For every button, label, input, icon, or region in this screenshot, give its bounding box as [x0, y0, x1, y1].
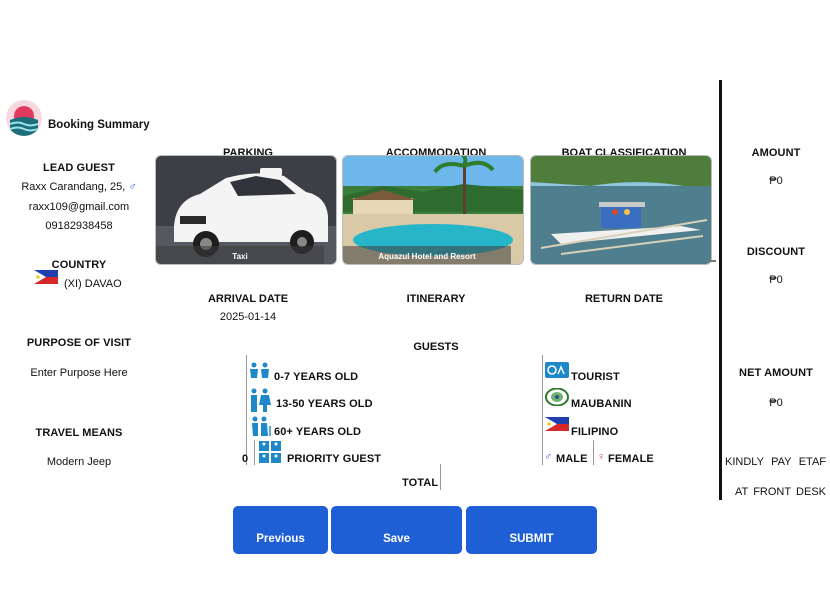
- priority-icon: [259, 441, 281, 468]
- app-logo: [6, 100, 42, 136]
- itinerary-label: ITINERARY: [406, 293, 466, 305]
- country-value: (XI) DAVAO: [64, 278, 122, 290]
- male-label: MALE: [556, 453, 588, 465]
- submit-button[interactable]: SUBMIT: [466, 506, 597, 554]
- priority-divider: [254, 440, 255, 465]
- arrival-date-label: ARRIVAL DATE: [207, 293, 289, 305]
- net-amount-value: ₱0: [769, 397, 783, 409]
- seniors-icon: [249, 416, 271, 441]
- parking-caption: Taxi: [156, 246, 324, 264]
- accommodation-caption: Aquazul Hotel and Resort: [343, 246, 511, 264]
- gender-divider: [593, 440, 594, 465]
- guest-age-0-7-label: 0-7 YEARS OLD: [274, 371, 359, 383]
- accommodation-card[interactable]: Aquazul Hotel and Resort: [342, 155, 524, 265]
- parking-card[interactable]: Taxi: [155, 155, 337, 265]
- net-amount-label: NET AMOUNT: [739, 367, 813, 379]
- guests-label: GUESTS: [413, 341, 459, 353]
- travel-means-value: Modern Jeep: [46, 456, 112, 468]
- total-label: TOTAL: [402, 477, 439, 489]
- female-icon: ♀: [597, 451, 606, 463]
- discount-value: ₱0: [769, 274, 783, 286]
- boat-image: [531, 156, 711, 264]
- guest-age-60-label: 60+ YEARS OLD: [274, 426, 361, 438]
- male-icon: ♂: [544, 451, 553, 463]
- philippines-flag-icon: [34, 270, 58, 289]
- lead-guest-label: LEAD GUEST: [43, 162, 115, 174]
- guest-age-13-50-label: 13-50 YEARS OLD: [276, 398, 373, 410]
- purpose-input[interactable]: Enter Purpose Here: [0, 367, 158, 379]
- lead-guest-phone: 09182938458: [45, 220, 113, 232]
- amount-value: ₱0: [769, 175, 783, 187]
- card-shadow: [706, 260, 716, 262]
- female-label: FEMALE: [608, 453, 654, 465]
- lead-guest-name: Raxx Carandang, 25,: [21, 181, 126, 193]
- etaf-note-line1: KINDLY PAY ETAF: [725, 456, 826, 468]
- travel-means-label: TRAVEL MEANS: [35, 427, 123, 439]
- summary-divider: [719, 80, 722, 500]
- boat-card[interactable]: [530, 155, 712, 265]
- guests-right-divider: [542, 355, 543, 465]
- lead-guest-email: raxx109@gmail.com: [28, 201, 130, 213]
- tourist-icon: [545, 362, 569, 383]
- return-date-label: RETURN DATE: [584, 293, 663, 305]
- maubanin-seal-icon: [545, 387, 569, 411]
- guests-left-divider: [246, 355, 247, 465]
- tourist-label: TOURIST: [571, 371, 620, 383]
- amount-label: AMOUNT: [751, 147, 801, 159]
- etaf-note-line2: AT FRONT DESK: [735, 486, 826, 498]
- total-divider: [440, 464, 441, 490]
- children-icon: [249, 362, 271, 383]
- male-icon: ♂: [128, 181, 137, 193]
- previous-button[interactable]: Previous: [233, 506, 328, 554]
- save-button[interactable]: Save: [331, 506, 462, 554]
- priority-count: 0: [242, 453, 249, 465]
- adults-icon: [249, 388, 271, 417]
- purpose-label: PURPOSE OF VISIT: [26, 337, 132, 349]
- maubanin-label: MAUBANIN: [571, 398, 632, 410]
- arrival-date-value[interactable]: 2025-01-14: [158, 311, 338, 323]
- country-label: COUNTRY: [51, 259, 107, 271]
- filipino-flag-icon: [545, 417, 569, 436]
- filipino-label: FILIPINO: [571, 426, 619, 438]
- page-title: Booking Summary: [48, 119, 150, 131]
- lead-guest-name-row: Raxx Carandang, 25, ♂: [0, 181, 158, 193]
- discount-label: DISCOUNT: [746, 246, 806, 258]
- priority-guest-label: PRIORITY GUEST: [287, 453, 382, 465]
